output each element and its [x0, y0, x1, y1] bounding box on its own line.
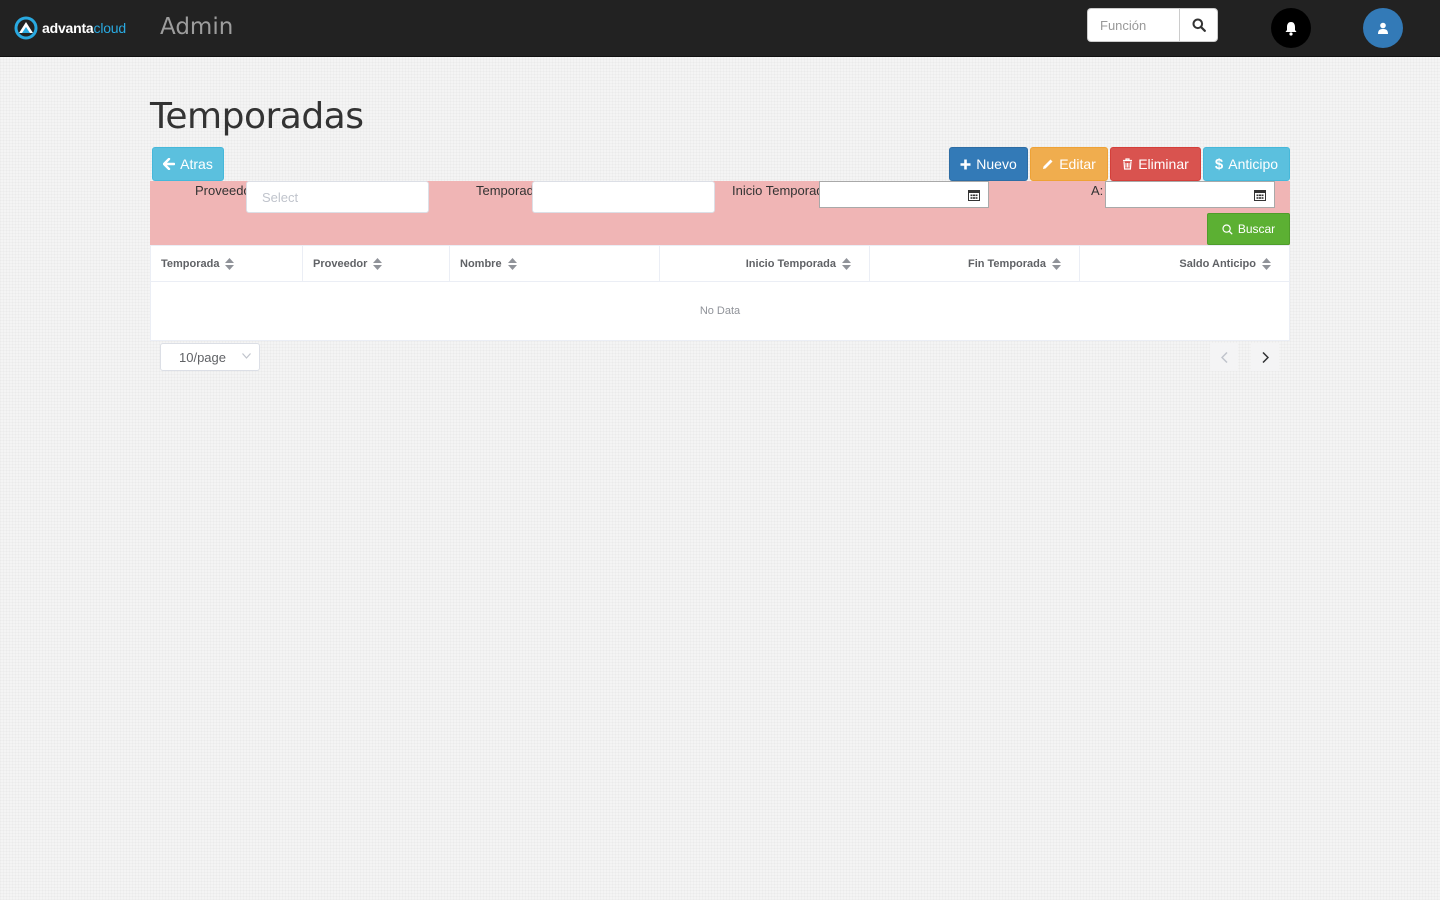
prev-page-button[interactable] [1210, 343, 1238, 371]
sort-icon[interactable] [225, 257, 235, 270]
dollar-icon: $ [1214, 155, 1224, 173]
inicio-temporada-date-input[interactable] [819, 181, 989, 208]
back-button[interactable]: Atras [152, 147, 224, 181]
user-icon [1378, 22, 1388, 34]
brand-name: advantacloud [42, 20, 126, 36]
calendar-icon [1254, 190, 1266, 201]
notifications-button[interactable] [1271, 8, 1311, 48]
column-header-proveedor[interactable]: Proveedor [303, 246, 450, 282]
temporadas-table: Temporada Proveedor Nombre Inicio Tempor… [150, 245, 1290, 341]
search-icon [1192, 18, 1206, 32]
advance-payment-button-label: Anticipo [1228, 156, 1279, 172]
next-page-button[interactable] [1251, 343, 1279, 371]
calendar-icon [968, 190, 980, 201]
table-empty-text: No Data [699, 305, 741, 317]
temporada-input[interactable] [532, 181, 715, 213]
search-filter-button-label: Buscar [1237, 222, 1276, 236]
trash-icon [1123, 158, 1133, 170]
column-header-nombre[interactable]: Nombre [450, 246, 660, 282]
chevron-right-icon [1261, 351, 1269, 363]
column-header-fin-temporada[interactable]: Fin Temporada [870, 246, 1080, 282]
chevron-down-icon [242, 353, 251, 359]
delete-button-label: Eliminar [1138, 156, 1189, 172]
sort-icon[interactable] [507, 257, 517, 270]
function-search-input[interactable] [1087, 8, 1179, 42]
search-button[interactable] [1179, 8, 1218, 42]
proveedor-select[interactable]: Select [246, 181, 429, 213]
top-navbar: advantacloud Admin [0, 0, 1440, 57]
chevron-left-icon [1220, 351, 1228, 363]
pencil-icon [1043, 159, 1053, 169]
search-filter-button[interactable]: Buscar [1207, 213, 1290, 245]
new-button[interactable]: Nuevo [949, 147, 1028, 181]
column-header-saldo-anticipo[interactable]: Saldo Anticipo [1080, 246, 1289, 282]
page-size-value: 10/page [179, 349, 226, 365]
fin-temporada-date-input[interactable] [1105, 181, 1275, 208]
sort-icon[interactable] [1052, 257, 1061, 270]
cloud-logo-icon [14, 16, 38, 40]
edit-button[interactable]: Editar [1030, 147, 1108, 181]
back-button-label: Atras [180, 156, 213, 172]
bell-icon [1285, 21, 1297, 36]
delete-button[interactable]: Eliminar [1110, 147, 1201, 181]
edit-button-label: Editar [1059, 156, 1096, 172]
fin-temporada-label: A: [1091, 183, 1104, 198]
proveedor-select-placeholder: Select [262, 189, 299, 205]
search-icon [1222, 223, 1233, 235]
function-search [1087, 8, 1218, 42]
app-section-title: Admin [160, 14, 234, 40]
sort-icon[interactable] [1262, 257, 1271, 270]
user-menu-button[interactable] [1363, 8, 1403, 48]
arrow-left-icon [163, 158, 176, 170]
page-title: Temporadas [150, 96, 364, 137]
column-header-inicio-temporada[interactable]: Inicio Temporada [660, 246, 870, 282]
advance-payment-button[interactable]: $ Anticipo [1203, 147, 1290, 181]
column-header-temporada[interactable]: Temporada [151, 246, 303, 282]
sort-icon[interactable] [373, 257, 383, 270]
new-button-label: Nuevo [976, 156, 1017, 172]
brand-logo[interactable]: advantacloud [14, 15, 126, 41]
sort-icon[interactable] [842, 257, 851, 270]
page-size-select[interactable]: 10/page [160, 343, 260, 371]
plus-icon [960, 159, 971, 169]
